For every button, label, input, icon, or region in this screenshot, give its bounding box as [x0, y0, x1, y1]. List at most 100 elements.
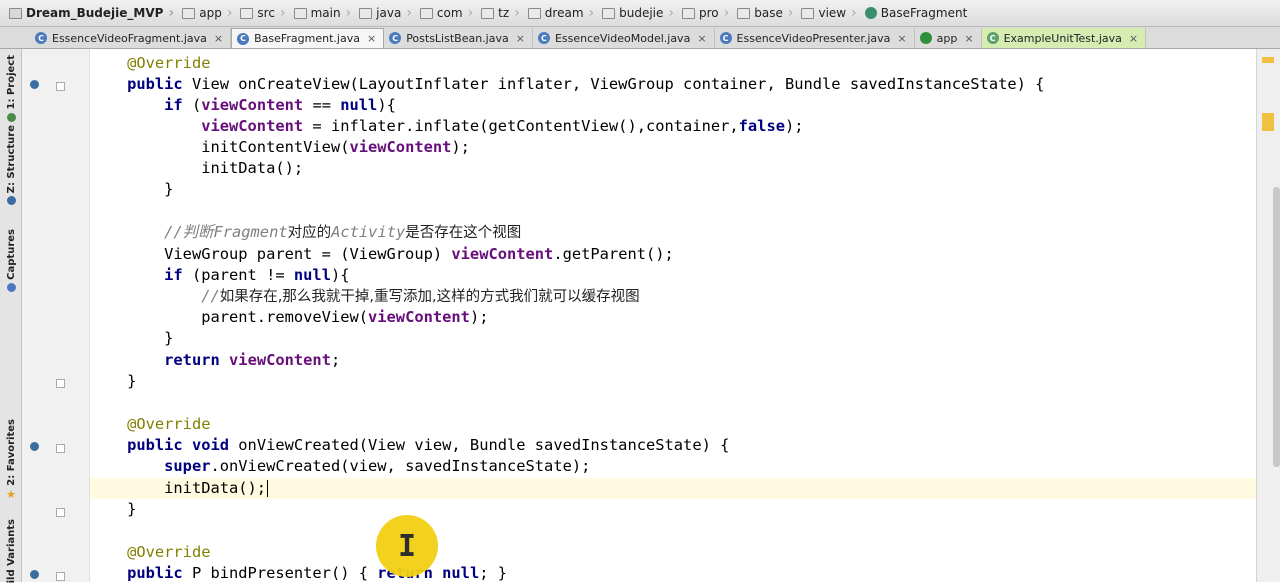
build-variants-tool-tab[interactable]: ild Variants [0, 519, 22, 583]
breadcrumb-label: tz [498, 6, 510, 20]
code-line: if (parent != null){ [164, 266, 350, 284]
breadcrumb-item[interactable]: java › [356, 0, 417, 27]
editor-tab-label: EssenceVideoPresenter.java [736, 31, 891, 45]
breadcrumb-item[interactable]: Dream_Budejie_MVP › [6, 0, 179, 27]
code-line: public P bindPresenter() { return null; … [127, 564, 508, 582]
fold-marker-icon[interactable] [56, 82, 65, 91]
project-tool-tab[interactable]: 1: Project [0, 55, 22, 122]
breadcrumb-item[interactable]: pro › [679, 0, 734, 27]
close-icon[interactable]: × [697, 32, 706, 45]
breadcrumb-label: src [257, 6, 275, 20]
code-line: public View onCreateView(LayoutInflater … [127, 75, 1045, 93]
chevron-right-icon: › [588, 5, 595, 21]
scrollbar-thumb[interactable] [1273, 187, 1280, 467]
breadcrumb-item[interactable]: BaseFragment [862, 0, 973, 27]
fold-marker-icon[interactable] [56, 379, 65, 388]
warning-marker[interactable] [1262, 113, 1274, 131]
package-icon [481, 7, 495, 19]
project-icon [9, 7, 22, 19]
editor-tab[interactable]: app × [915, 28, 982, 48]
editor-tab-bar: C EssenceVideoFragment.java × C BaseFragment… [0, 27, 1280, 49]
structure-tool-tab[interactable]: Z: Structure [0, 125, 22, 206]
java-class-icon: C [35, 32, 47, 44]
fold-marker-icon[interactable] [56, 444, 65, 453]
close-icon[interactable]: × [516, 32, 525, 45]
breadcrumb-item[interactable]: src › [237, 0, 290, 27]
breadcrumb-item[interactable]: main › [291, 0, 357, 27]
editor-tab[interactable]: C EssenceVideoModel.java × [533, 28, 715, 48]
breadcrumb-item[interactable]: budejie › [599, 0, 679, 27]
package-icon [801, 7, 815, 19]
current-code-line: initData(); [90, 478, 1256, 499]
breadcrumb-label: app [199, 6, 222, 20]
code-line: return viewContent; [164, 351, 341, 369]
chevron-right-icon: › [168, 5, 175, 21]
close-icon[interactable]: × [214, 32, 223, 45]
breadcrumb-label: base [754, 6, 783, 20]
java-class-icon: C [389, 32, 402, 44]
editor-tab[interactable]: C EssenceVideoFragment.java × [30, 28, 232, 48]
java-class-icon: C [986, 32, 999, 44]
close-icon[interactable]: × [964, 32, 973, 45]
package-icon [602, 7, 616, 19]
star-icon: ★ [6, 487, 16, 501]
breadcrumb-label: pro [699, 6, 719, 20]
breadcrumb-item[interactable]: dream › [525, 0, 599, 27]
breadcrumb-item[interactable]: app › [179, 0, 237, 27]
text-caret [267, 480, 269, 497]
override-method-icon[interactable] [30, 442, 39, 451]
editor-scrollbar[interactable] [1256, 49, 1280, 582]
fold-marker-icon[interactable] [56, 572, 65, 581]
code-line: super.onViewCreated(view, savedInstanceS… [164, 457, 591, 475]
java-class-icon: C [237, 32, 250, 45]
editor-tab[interactable]: C EssenceVideoPresenter.java × [715, 28, 915, 48]
editor-tab[interactable]: C ExampleUnitTest.java × [981, 28, 1147, 48]
chevron-right-icon: › [668, 5, 675, 21]
code-line: //判断Fragment对应的Activity是否存在这个视图 [164, 223, 522, 241]
module-icon [919, 32, 932, 44]
fold-marker-icon[interactable] [56, 508, 65, 517]
structure-tool-label: Z: Structure [5, 125, 17, 194]
breadcrumb-item[interactable]: tz › [478, 0, 525, 27]
breadcrumb-label: view [818, 6, 847, 20]
source-folder-icon [359, 7, 373, 19]
breadcrumb-label: Dream_Budejie_MVP [26, 6, 164, 20]
package-icon [527, 7, 541, 19]
java-class-icon: C [719, 32, 732, 44]
breadcrumb-label: budejie [619, 6, 664, 20]
chevron-right-icon: › [345, 5, 352, 21]
code-line: @Override [127, 415, 211, 433]
code-editor[interactable]: @Override public View onCreateView(Layou… [90, 49, 1256, 582]
override-method-icon[interactable] [30, 80, 39, 89]
captures-tool-tab[interactable]: Captures [0, 229, 22, 292]
editor-tab[interactable]: C PostsListBean.java × [384, 28, 533, 48]
warning-marker[interactable] [1262, 57, 1274, 63]
code-line: //如果存在,那么我就干掉,重写添加,这样的方式我们就可以缓存视图 [201, 287, 640, 305]
breadcrumb-item[interactable]: base › [734, 0, 798, 27]
chevron-right-icon: › [279, 5, 286, 21]
code-line: } [127, 372, 137, 390]
breadcrumb-item[interactable]: com › [417, 0, 478, 27]
favorites-tool-tab[interactable]: 2: Favorites ★ [0, 419, 22, 501]
editor-gutter[interactable] [22, 49, 90, 582]
code-line: } [164, 329, 174, 347]
code-line: @Override [127, 543, 211, 561]
close-icon[interactable]: × [897, 32, 906, 45]
code-line: public void onViewCreated(View view, Bun… [127, 436, 730, 454]
editor-tab[interactable]: C BaseFragment.java × [231, 28, 385, 48]
breadcrumb-item[interactable]: view › [798, 0, 861, 27]
close-icon[interactable]: × [367, 32, 376, 45]
chevron-right-icon: › [467, 5, 474, 21]
chevron-right-icon: › [514, 5, 520, 21]
breadcrumb-label: main [310, 6, 341, 20]
override-method-icon[interactable] [30, 570, 39, 579]
editor-tab-label: BaseFragment.java [254, 32, 360, 45]
breadcrumb-label: java [376, 6, 402, 20]
code-line: ViewGroup parent = (ViewGroup) viewConte… [164, 245, 674, 263]
chevron-right-icon: › [226, 5, 233, 21]
favorites-tool-label: 2: Favorites [5, 419, 17, 486]
folder-icon [293, 7, 307, 19]
breadcrumb-label: BaseFragment [880, 6, 968, 20]
code-line: initData(); [201, 159, 304, 177]
close-icon[interactable]: × [1129, 32, 1138, 45]
